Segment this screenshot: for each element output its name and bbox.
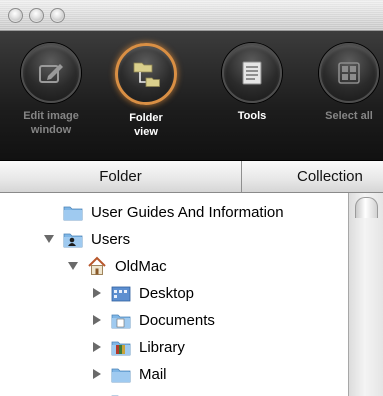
select-all-icon (338, 62, 360, 84)
desktop-folder-icon (111, 283, 131, 303)
disclosure-triangle-expanded-icon[interactable] (67, 260, 79, 272)
tree-row-users[interactable]: Users (43, 226, 130, 252)
tree-row-user-guides[interactable]: User Guides And Information (63, 199, 284, 225)
edit-image-label-line2: window (30, 124, 72, 136)
library-folder-icon (111, 337, 131, 357)
users-folder-icon (63, 229, 83, 249)
tree-label-desktop: Desktop (139, 284, 195, 302)
tree-label-oldmac: OldMac (115, 257, 167, 275)
folder-view-icon (133, 62, 160, 87)
select-all-button[interactable]: Select all (309, 43, 383, 123)
folder-view-label-line2: view (134, 126, 158, 138)
window-title-bar (0, 0, 383, 31)
close-window-button[interactable] (8, 8, 23, 23)
mail-folder-icon (111, 364, 131, 384)
folder-tree: User Guides And Information Users OldMac… (0, 193, 348, 396)
disclosure-triangle-collapsed-icon[interactable] (91, 341, 103, 353)
tree-label-library: Library (139, 338, 185, 356)
tree-label-user-guides: User Guides And Information (91, 203, 284, 221)
disclosure-triangle-collapsed-icon[interactable] (91, 287, 103, 299)
tools-button-ring (222, 43, 282, 103)
column-header-bar: Folder Collection (0, 161, 383, 193)
scrollbar-top-cap[interactable] (355, 197, 378, 218)
folder-view-button[interactable]: Folder view (106, 43, 186, 139)
tree-label-mail: Mail (139, 365, 167, 383)
zoom-window-button[interactable] (50, 8, 65, 23)
edit-image-button-ring (21, 43, 81, 103)
folder-icon (63, 202, 83, 222)
disclosure-triangle-collapsed-icon[interactable] (91, 314, 103, 326)
folder-icon (111, 391, 131, 396)
home-icon (87, 256, 107, 276)
folder-column-header[interactable]: Folder (0, 161, 242, 192)
tools-icon (242, 61, 262, 85)
select-all-button-ring (319, 43, 379, 103)
tools-label: Tools (237, 110, 267, 122)
edit-image-icon (39, 64, 63, 83)
folder-view-label-line1: Folder (129, 112, 163, 124)
tree-row-documents[interactable]: Documents (91, 307, 215, 333)
edit-image-window-button[interactable]: Edit image window (11, 43, 91, 137)
folder-view-button-ring (115, 43, 177, 105)
tools-button[interactable]: Tools (212, 43, 292, 123)
disclosure-triangle-expanded-icon[interactable] (43, 233, 55, 245)
tree-row-oldmac[interactable]: OldMac (67, 253, 167, 279)
disclosure-triangle-collapsed-icon[interactable] (91, 368, 103, 380)
edit-image-label-line1: Edit image (23, 110, 79, 122)
collection-column-header[interactable]: Collection (242, 161, 383, 192)
tree-row-desktop[interactable]: Desktop (91, 280, 194, 306)
toolbar: Edit image window Folder view Tools Sele… (0, 31, 383, 161)
tree-label-documents: Documents (139, 311, 215, 329)
vertical-scrollbar[interactable] (348, 193, 383, 396)
documents-folder-icon (111, 310, 131, 330)
minimize-window-button[interactable] (29, 8, 44, 23)
tree-row-library[interactable]: Library (91, 334, 185, 360)
tree-label-users: Users (91, 230, 131, 248)
tree-row-mail[interactable]: Mail (91, 361, 167, 387)
tree-row-partial[interactable] (91, 388, 139, 396)
select-all-label: Select all (325, 110, 373, 122)
